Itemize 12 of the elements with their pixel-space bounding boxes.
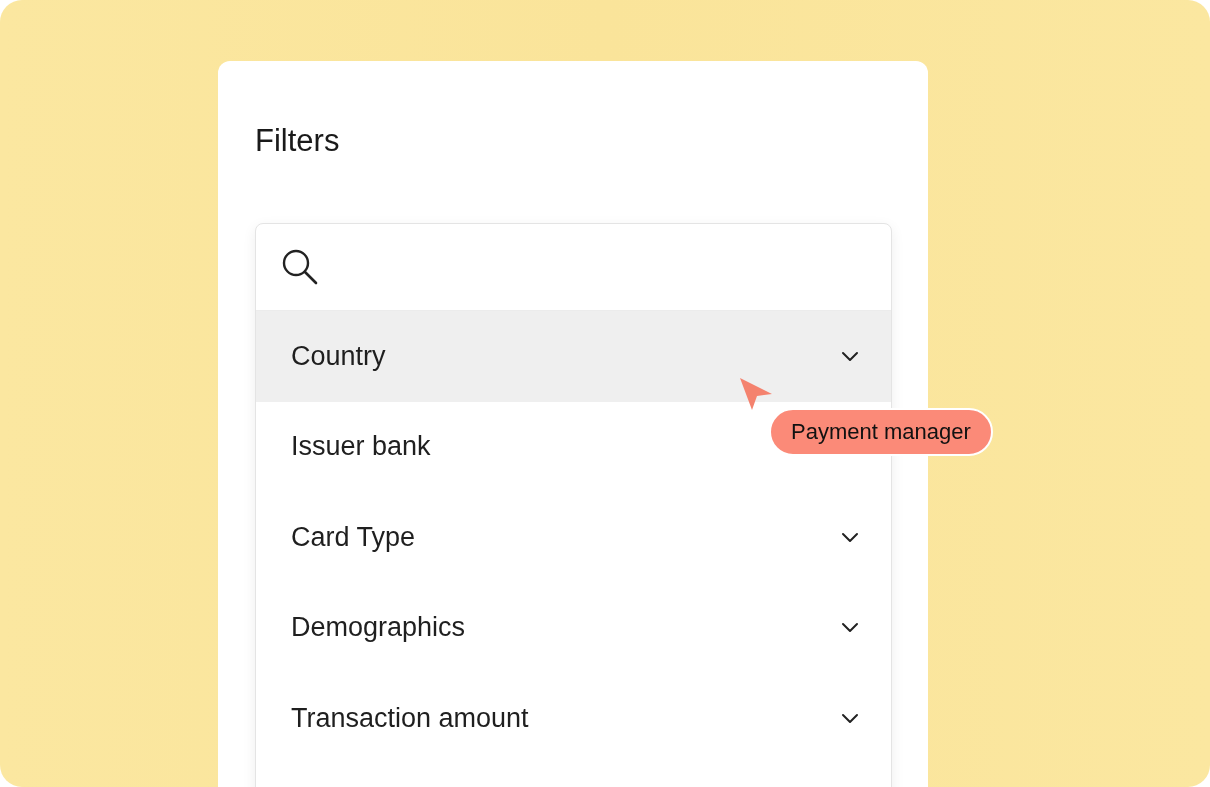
panel-title: Filters: [255, 122, 341, 160]
filter-item[interactable]: Transaction amount: [256, 673, 891, 764]
filter-item[interactable]: Card Type: [256, 492, 891, 583]
search-icon: [281, 248, 319, 286]
chevron-down-icon: [841, 622, 859, 634]
chevron-down-icon: [841, 350, 859, 362]
filter-item[interactable]: Demographics: [256, 582, 891, 673]
chevron-down-icon: [841, 712, 859, 724]
filter-item[interactable]: Country: [256, 311, 891, 402]
cursor-name-tag: Payment manager: [769, 408, 993, 456]
cursor-icon: [739, 377, 773, 411]
chevron-down-icon: [841, 531, 859, 543]
